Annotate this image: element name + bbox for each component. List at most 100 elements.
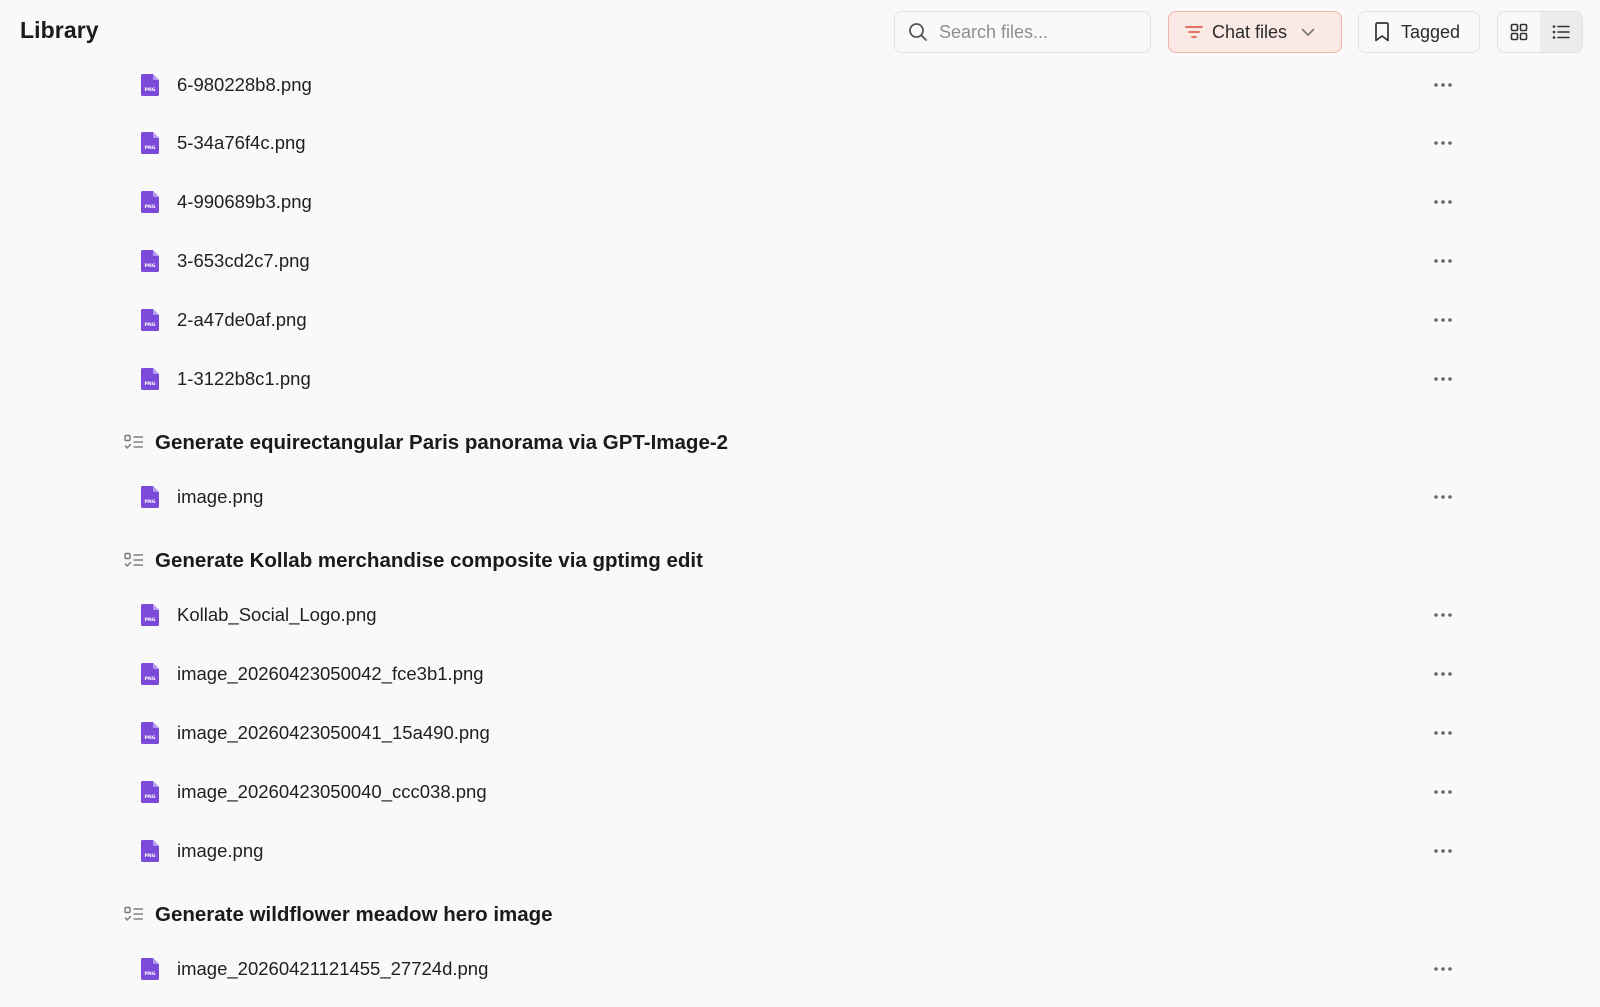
file-row[interactable]: PNG image.png — [140, 831, 1460, 871]
file-name: image_20260423050041_15a490.png — [177, 722, 490, 743]
png-file-icon: PNG — [141, 132, 159, 154]
more-horizontal-icon — [1434, 790, 1452, 794]
file-row[interactable]: PNG 1-3122b8c1.png — [140, 359, 1460, 399]
chevron-down-icon — [1301, 28, 1315, 36]
more-options-button[interactable] — [1432, 312, 1454, 328]
file-row[interactable]: PNG 2-a47de0af.png — [140, 300, 1460, 340]
png-file-icon: PNG — [141, 368, 159, 390]
file-row[interactable]: PNG image_20260421121455_27724d.png — [140, 949, 1460, 989]
tagged-label: Tagged — [1401, 21, 1461, 42]
page-title: Library — [20, 17, 99, 43]
grid-view-icon — [1510, 23, 1528, 41]
file-name: Kollab_Social_Logo.png — [177, 604, 377, 625]
svg-text:PNG: PNG — [145, 381, 156, 387]
file-name: 6-980228b8.png — [177, 74, 312, 95]
more-horizontal-icon — [1434, 83, 1452, 87]
more-options-button[interactable] — [1432, 843, 1454, 859]
more-horizontal-icon — [1434, 200, 1452, 204]
png-file-icon: PNG — [141, 722, 159, 744]
file-row[interactable]: PNG image.png — [140, 477, 1460, 517]
grid-view-button[interactable] — [1498, 12, 1540, 52]
png-file-icon: PNG — [141, 250, 159, 272]
tagged-filter-button[interactable]: Tagged — [1358, 11, 1480, 53]
chat-files-label: Chat files — [1212, 21, 1288, 42]
svg-text:PNG: PNG — [145, 794, 156, 800]
png-file-icon: PNG — [141, 74, 159, 96]
more-horizontal-icon — [1434, 377, 1452, 381]
library-header: Library Chat files Tagged — [0, 0, 1600, 64]
chat-group-title: Generate wildflower meadow hero image — [155, 903, 553, 926]
more-options-button[interactable] — [1432, 135, 1454, 151]
more-options-button[interactable] — [1432, 371, 1454, 387]
png-file-icon: PNG — [141, 486, 159, 508]
more-options-button[interactable] — [1432, 253, 1454, 269]
file-row[interactable]: PNG 5-34a76f4c.png — [140, 123, 1460, 163]
more-options-button[interactable] — [1432, 194, 1454, 210]
chat-group-header[interactable]: Generate Kollab merchandise composite vi… — [124, 545, 703, 577]
file-name: image_20260423050042_fce3b1.png — [177, 663, 484, 684]
more-options-button[interactable] — [1432, 725, 1454, 741]
file-name: 1-3122b8c1.png — [177, 368, 311, 389]
file-name: image_20260423050040_ccc038.png — [177, 781, 487, 802]
file-list: PNG 6-980228b8.png PNG 5-34a76f4c.png PN… — [0, 0, 1600, 1007]
file-row[interactable]: PNG 4-990689b3.png — [140, 182, 1460, 222]
file-name: 3-653cd2c7.png — [177, 250, 310, 271]
file-row[interactable]: PNG 3-653cd2c7.png — [140, 241, 1460, 281]
png-file-icon: PNG — [141, 781, 159, 803]
file-name: 4-990689b3.png — [177, 191, 312, 212]
more-horizontal-icon — [1434, 259, 1452, 263]
svg-text:PNG: PNG — [145, 263, 156, 269]
file-row[interactable]: PNG image_20260423050042_fce3b1.png — [140, 654, 1460, 694]
search-box[interactable] — [894, 11, 1151, 53]
svg-text:PNG: PNG — [145, 204, 156, 210]
svg-text:PNG: PNG — [145, 853, 156, 859]
svg-text:PNG: PNG — [145, 499, 156, 505]
more-horizontal-icon — [1434, 967, 1452, 971]
more-options-button[interactable] — [1432, 607, 1454, 623]
chat-group-title: Generate equirectangular Paris panorama … — [155, 431, 729, 454]
chat-files-filter-button[interactable]: Chat files — [1168, 11, 1342, 53]
svg-text:PNG: PNG — [145, 322, 156, 328]
more-options-button[interactable] — [1432, 961, 1454, 977]
svg-text:PNG: PNG — [145, 971, 156, 977]
more-horizontal-icon — [1434, 613, 1452, 617]
svg-text:PNG: PNG — [145, 87, 156, 93]
file-name: image.png — [177, 840, 264, 861]
more-horizontal-icon — [1434, 849, 1452, 853]
chat-group-title: Generate Kollab merchandise composite vi… — [155, 549, 703, 572]
search-input[interactable] — [939, 21, 1139, 43]
png-file-icon: PNG — [141, 958, 159, 980]
search-icon — [909, 23, 927, 41]
png-file-icon: PNG — [141, 604, 159, 626]
more-options-button[interactable] — [1432, 666, 1454, 682]
more-horizontal-icon — [1434, 141, 1452, 145]
png-file-icon: PNG — [141, 840, 159, 862]
checklist-icon — [124, 552, 143, 567]
view-mode-toggle — [1497, 11, 1583, 53]
more-options-button[interactable] — [1432, 77, 1454, 93]
more-horizontal-icon — [1434, 731, 1452, 735]
file-name: 5-34a76f4c.png — [177, 132, 306, 153]
file-row[interactable]: PNG Kollab_Social_Logo.png — [140, 595, 1460, 635]
more-options-button[interactable] — [1432, 489, 1454, 505]
checklist-icon — [124, 906, 143, 921]
png-file-icon: PNG — [141, 191, 159, 213]
file-row[interactable]: PNG image_20260423050040_ccc038.png — [140, 772, 1460, 812]
svg-text:PNG: PNG — [145, 617, 156, 623]
svg-text:PNG: PNG — [145, 145, 156, 151]
more-options-button[interactable] — [1432, 784, 1454, 800]
file-name: 2-a47de0af.png — [177, 309, 307, 330]
png-file-icon: PNG — [141, 663, 159, 685]
chat-group-header[interactable]: Generate equirectangular Paris panorama … — [124, 427, 728, 459]
list-view-button[interactable] — [1540, 12, 1582, 52]
file-row[interactable]: PNG image_20260423050041_15a490.png — [140, 713, 1460, 753]
bookmark-icon — [1375, 22, 1389, 42]
more-horizontal-icon — [1434, 672, 1452, 676]
file-row[interactable]: PNG 6-980228b8.png — [140, 65, 1460, 105]
more-horizontal-icon — [1434, 495, 1452, 499]
png-file-icon: PNG — [141, 309, 159, 331]
svg-text:PNG: PNG — [145, 676, 156, 682]
file-name: image_20260421121455_27724d.png — [177, 958, 489, 979]
more-horizontal-icon — [1434, 318, 1452, 322]
chat-group-header[interactable]: Generate wildflower meadow hero image — [124, 899, 553, 931]
